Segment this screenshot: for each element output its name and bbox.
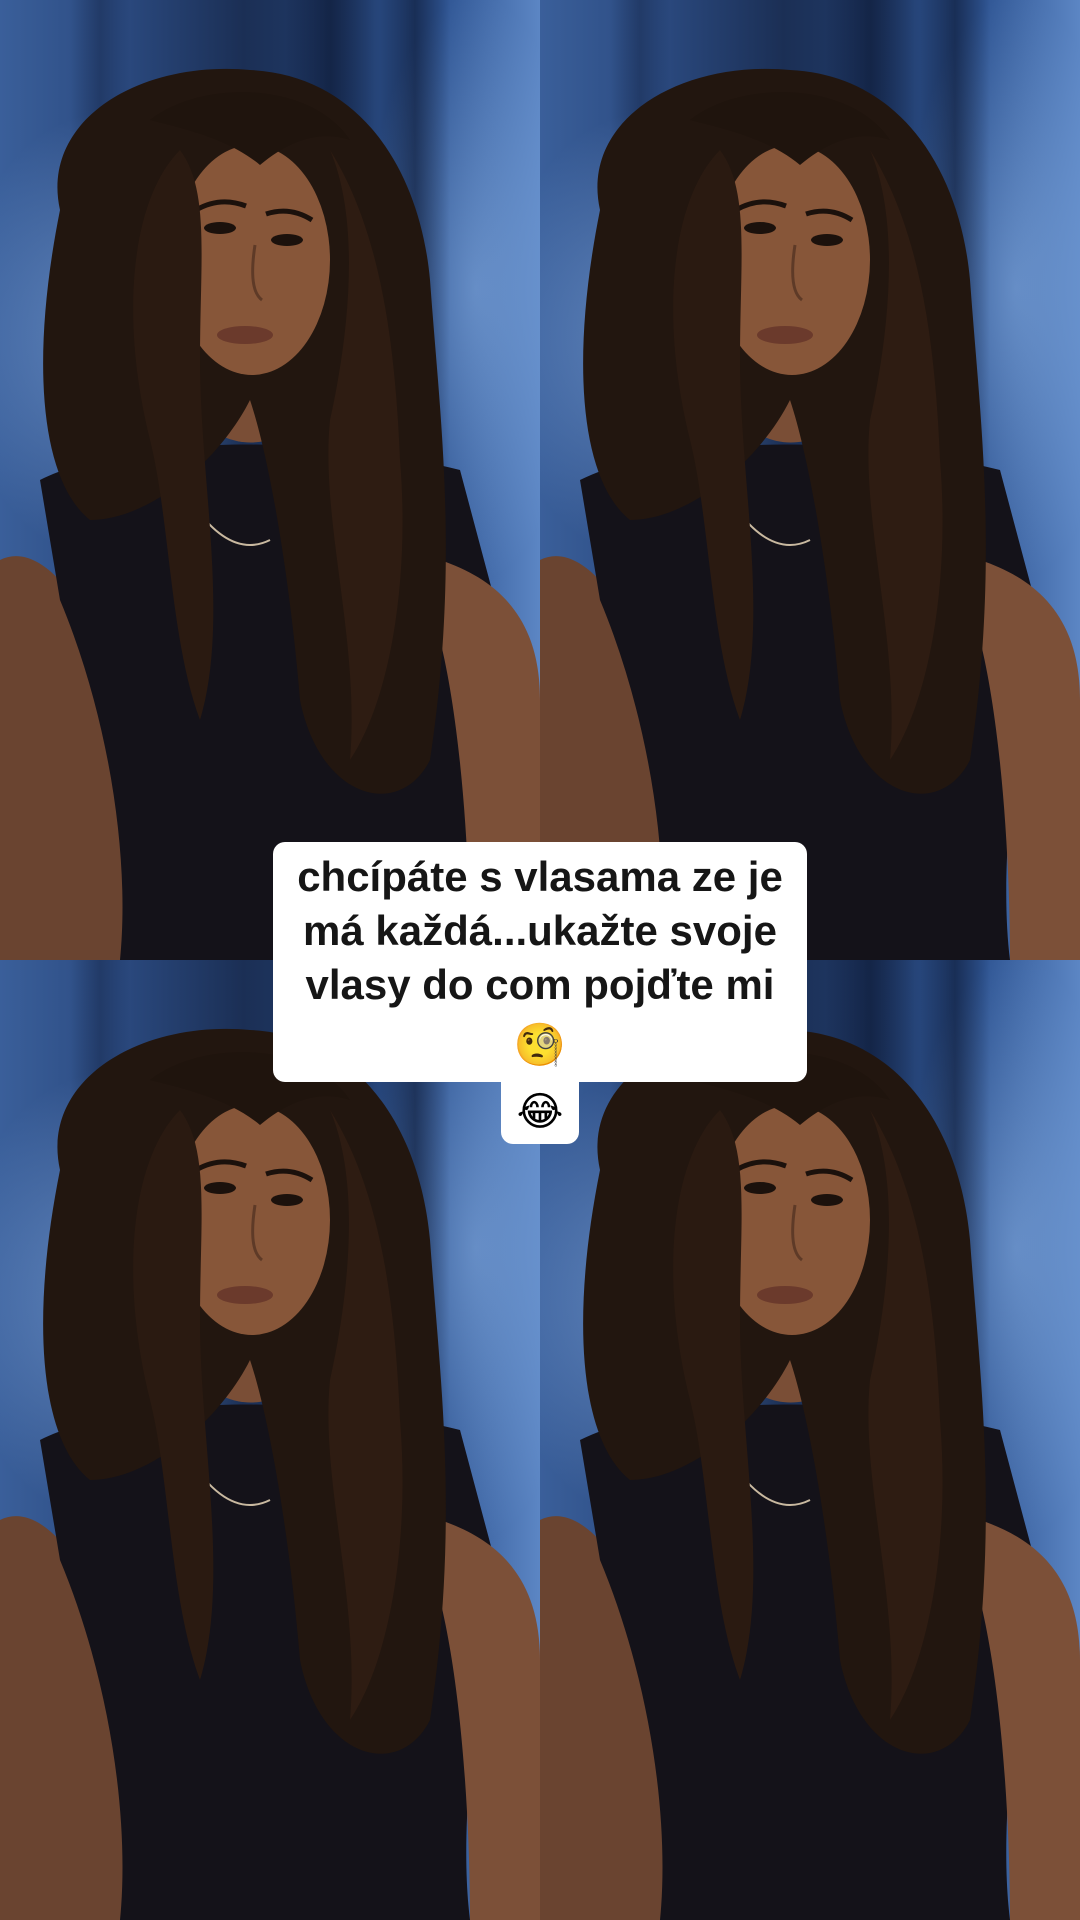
- caption-line-3: vlasy do com pojďte mi 🧐: [293, 958, 787, 1072]
- video-frame[interactable]: chcípáte s vlasama ze je má každá...ukaž…: [0, 0, 1080, 1920]
- caption-line-3-text: vlasy do com pojďte mi: [305, 961, 775, 1008]
- caption-line-2: má každá...ukažte svoje: [303, 907, 777, 954]
- person-figure: [0, 68, 540, 960]
- caption-line-1: chcípáte s vlasama ze je: [297, 853, 783, 900]
- monocle-face-emoji-icon: 🧐: [513, 1021, 567, 1068]
- caption-overlay: chcípáte s vlasama ze je má každá...ukaž…: [0, 842, 1080, 1144]
- caption-box: chcípáte s vlasama ze je má každá...ukaž…: [273, 842, 807, 1082]
- video-tile-top-left: [0, 0, 540, 960]
- person-figure: [540, 68, 1080, 960]
- caption-tail: 😂: [500, 1080, 580, 1144]
- laughing-tears-emoji-icon: 😂: [516, 1089, 564, 1135]
- video-tile-top-right: [540, 0, 1080, 960]
